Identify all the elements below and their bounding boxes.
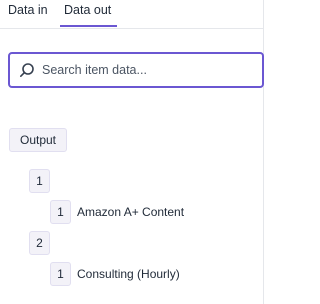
- tab-data-in[interactable]: Data in: [8, 0, 48, 28]
- tab-data-out[interactable]: Data out: [64, 0, 111, 28]
- active-tab-indicator: [60, 25, 117, 27]
- output-item-1-index[interactable]: 1: [29, 169, 50, 193]
- output-item-2-field-1-index[interactable]: 1: [50, 262, 71, 286]
- search-box[interactable]: [8, 52, 264, 88]
- tab-bar: Data in Data out: [0, 0, 264, 29]
- search-input[interactable]: [42, 60, 258, 80]
- output-item-2-index[interactable]: 2: [29, 231, 50, 255]
- search-icon: [19, 62, 35, 78]
- output-item-1-field-1-index[interactable]: 1: [50, 200, 71, 224]
- output-node[interactable]: Output: [9, 128, 67, 152]
- output-item-1-field-1-value: Amazon A+ Content: [77, 205, 185, 219]
- output-item-2-field-1-value: Consulting (Hourly): [77, 267, 180, 281]
- data-panel: Data in Data out Output 1 1 Amazon A+ Co…: [0, 0, 264, 304]
